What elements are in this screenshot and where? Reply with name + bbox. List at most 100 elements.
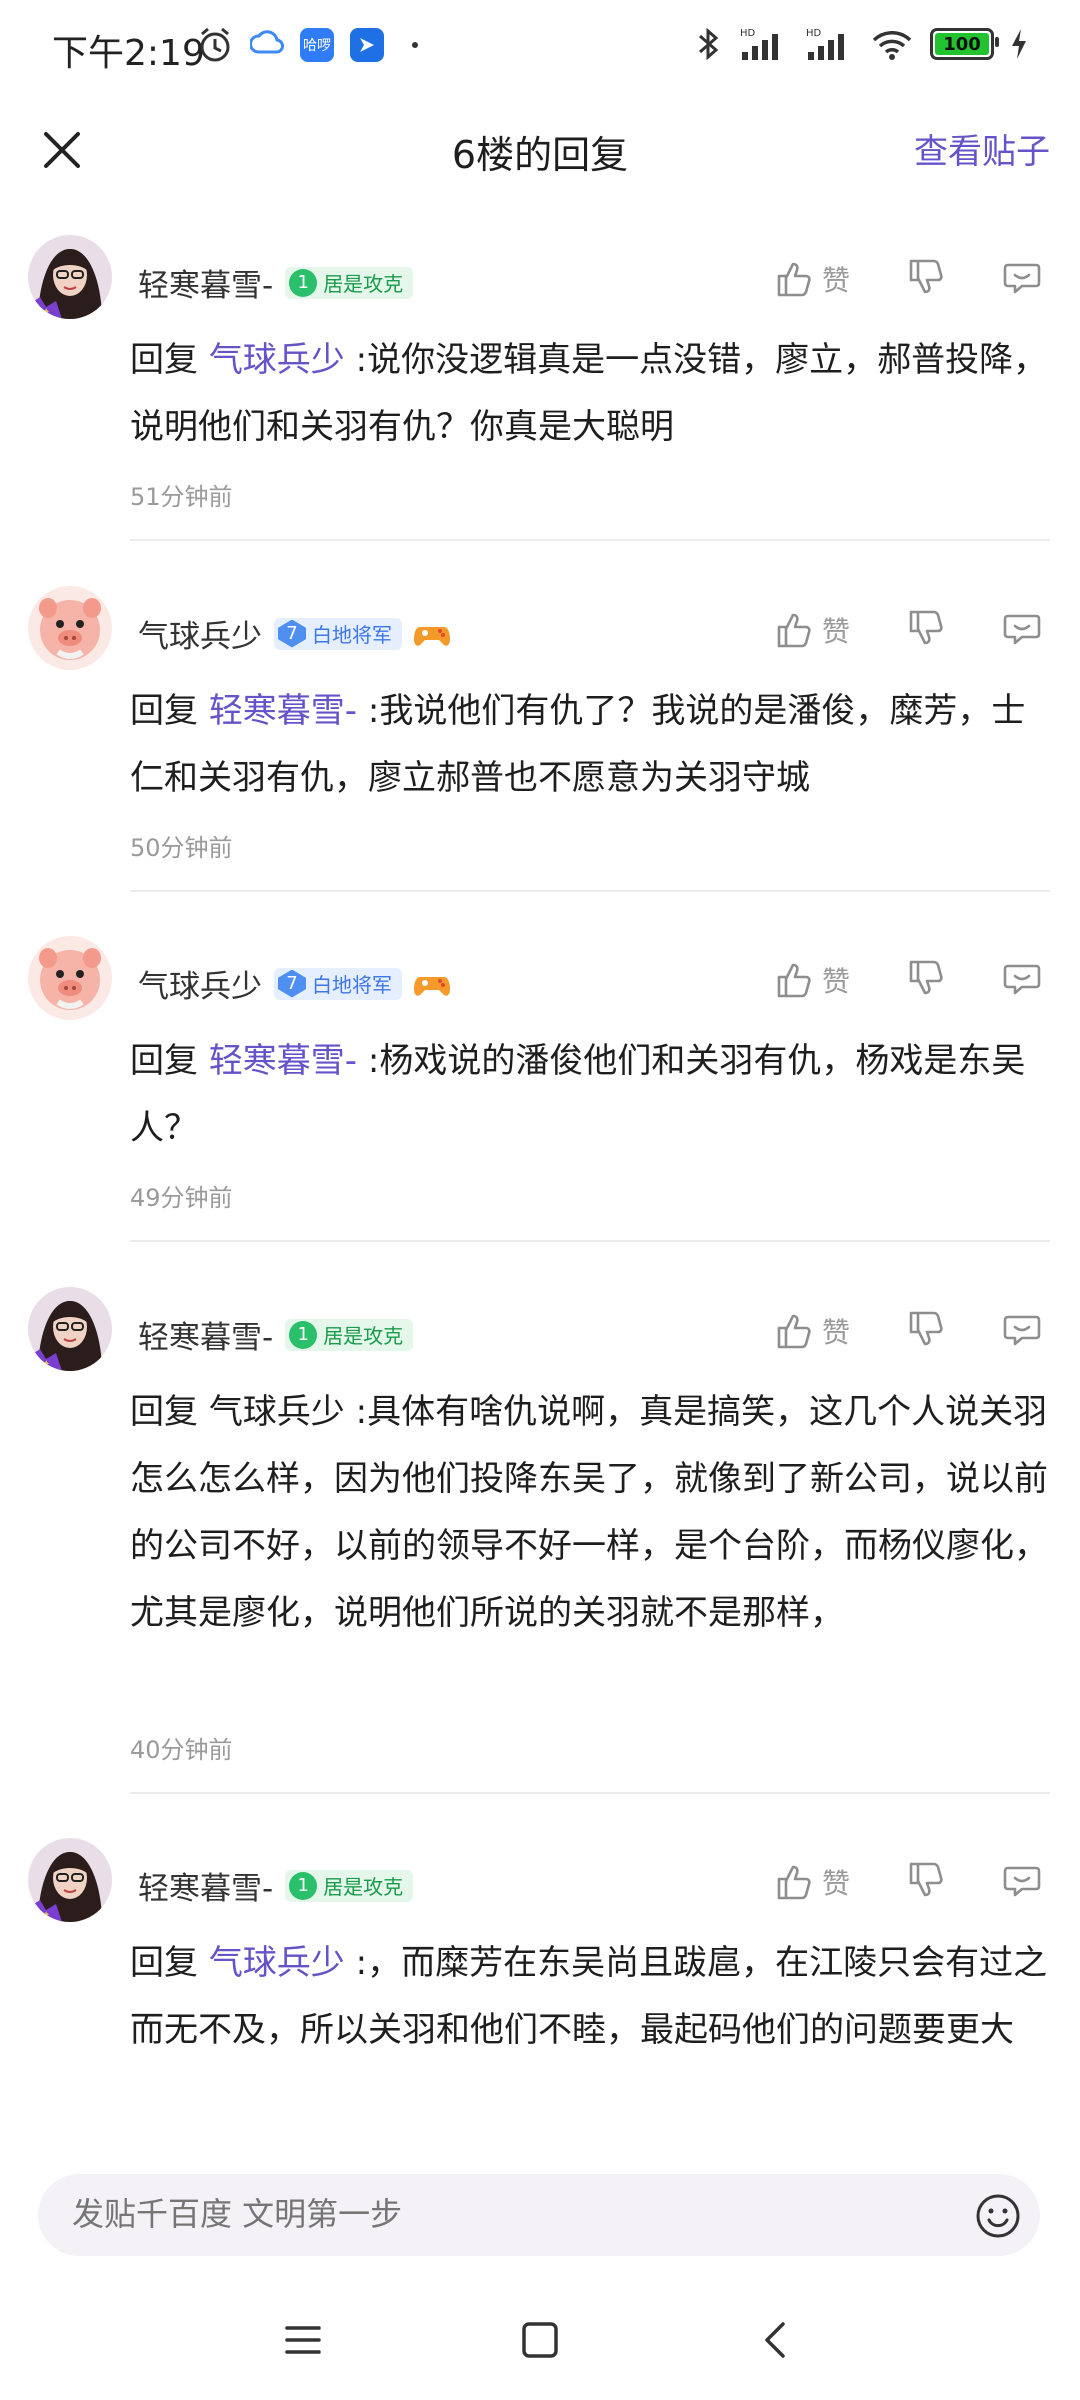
reply-time: 51分钟前 [130,483,233,511]
level-number: 1 [289,268,318,297]
status-system-icons: HD HD 100 [696,26,1028,62]
reply-button[interactable] [1002,1860,1042,1904]
reply-bubble-icon [1003,1866,1041,1897]
username[interactable]: 轻寒暮雪- [138,260,273,305]
username[interactable]: 气球兵少 [138,611,262,656]
svg-text:✦: ✦ [42,1359,50,1370]
status-bar: 下午2:19 哈啰 HD HD 100 [0,0,1080,100]
level-badge: 1 居是攻克 [285,1318,414,1351]
like-button[interactable]: 赞 [774,960,850,1000]
username[interactable]: 气球兵少 [138,961,262,1006]
signal-hd-icon: HD [740,28,778,60]
reply-actions: 赞 [774,1860,1042,1904]
avatar[interactable] [28,936,112,1020]
reply-text: 回复 轻寒暮雪- :杨戏说的潘俊他们和关羽有仇，杨戏是东吴人？ [130,1028,1050,1162]
reply-actions: 赞 [774,257,1042,301]
reply-actions: 赞 [774,958,1042,1002]
thumbs-up-icon [777,1314,811,1349]
reply-button[interactable] [1002,608,1042,652]
reply-button[interactable] [1002,257,1042,301]
mention-link[interactable]: 气球兵少 [209,340,345,380]
back-icon [765,2322,785,2358]
emoji-icon[interactable] [974,2192,1022,2240]
like-label: 赞 [821,615,850,648]
user-info: 轻寒暮雪- 1 居是攻克 [138,1312,414,1357]
divider [130,1240,1050,1242]
reply-time: 40分钟前 [130,1736,233,1764]
reply-input-bar[interactable] [38,2174,1040,2256]
dislike-button[interactable] [906,257,946,301]
svg-text:HD: HD [806,28,822,39]
view-post-link[interactable]: 查看贴子 [914,124,1050,173]
level-title: 居是攻克 [323,1875,404,1899]
mention-link[interactable]: 轻寒暮雪- [209,691,357,731]
reply-prefix: 回复 [130,1943,198,1983]
thumbs-down-icon [909,1311,943,1346]
like-button[interactable]: 赞 [774,1311,850,1351]
header: 6楼的回复 查看贴子 [0,100,1080,200]
home-nav-button[interactable] [510,2310,570,2370]
divider [130,539,1050,541]
game-controller-icon [414,626,450,646]
mention-link[interactable]: 轻寒暮雪- [209,1041,357,1081]
battery-icon: 100 [930,28,999,60]
mention-link[interactable]: 气球兵少 [209,1392,345,1432]
dislike-button[interactable] [906,1309,946,1353]
back-nav-button[interactable] [745,2310,805,2370]
reply-prefix: 回复 [130,1041,198,1081]
reply-text: 回复 气球兵少 :具体有啥仇说啊，真是搞笑，这几个人说关羽怎么怎么样，因为他们投… [130,1379,1050,1647]
thumbs-up-icon [777,613,811,648]
level-title: 居是攻克 [323,1324,404,1348]
reply-text: 回复 气球兵少 :，而糜芳在东吴尚且跋扈，在江陵只会有过之而无不及，所以关羽和他… [130,1930,1050,2064]
avatar[interactable]: ✦ [28,1287,112,1371]
reply-prefix: 回复 [130,340,198,380]
dislike-button[interactable] [906,608,946,652]
status-time: 下午2:19 [52,33,205,74]
reply-button[interactable] [1002,958,1042,1002]
level-number: 7 [278,619,306,648]
reply-bubble-icon [1003,614,1041,645]
thumbs-up-icon [777,262,811,297]
reply-time: 50分钟前 [130,834,233,862]
username[interactable]: 轻寒暮雪- [138,1863,273,1908]
avatar[interactable]: ✦ [28,1838,112,1922]
level-badge: 7 白地将军 [274,967,402,1000]
avatar[interactable]: ✦ [28,235,112,319]
battery-level: 100 [943,33,981,55]
thumbs-up-icon [777,963,811,998]
like-button[interactable]: 赞 [774,610,850,650]
like-button[interactable]: 赞 [774,259,850,299]
reply-button[interactable] [1002,1309,1042,1353]
avatar[interactable] [28,586,112,670]
user-info: 轻寒暮雪- 1 居是攻克 [138,1863,414,1908]
dislike-button[interactable] [906,1860,946,1904]
username[interactable]: 轻寒暮雪- [138,1312,273,1357]
feishu-app-icon [350,28,384,62]
reply-bubble-icon [1003,1315,1041,1346]
reply-prefix: 回复 [130,1392,198,1432]
menu-nav-button[interactable] [273,2310,333,2370]
level-badge: 7 白地将军 [274,617,402,650]
like-label: 赞 [821,1316,850,1349]
svg-text:✦: ✦ [42,1910,50,1921]
reply-time: 49分钟前 [130,1184,233,1212]
signal-hd-2-icon: HD [806,28,844,60]
reply-input[interactable] [70,2194,854,2234]
alarm-icon [200,27,230,62]
wifi-icon [872,31,912,60]
reply-text: 回复 轻寒暮雪- :我说他们有仇了？我说的是潘俊，糜芳，士仁和关羽有仇，廖立郝普… [130,678,1050,812]
level-badge: 1 居是攻克 [285,266,414,299]
like-button[interactable]: 赞 [774,1862,850,1902]
level-number: 1 [289,1320,318,1349]
dislike-button[interactable] [906,958,946,1002]
reply-bubble-icon [1003,263,1041,294]
status-notification-icons: 哈啰 [196,26,418,64]
reply-input-area [0,2160,1080,2280]
level-title: 白地将军 [312,623,392,647]
thumbs-down-icon [909,610,943,645]
mention-link[interactable]: 气球兵少 [209,1943,345,1983]
reply-actions: 赞 [774,608,1042,652]
like-label: 赞 [821,965,850,998]
divider [130,890,1050,892]
level-number: 1 [289,1871,318,1900]
